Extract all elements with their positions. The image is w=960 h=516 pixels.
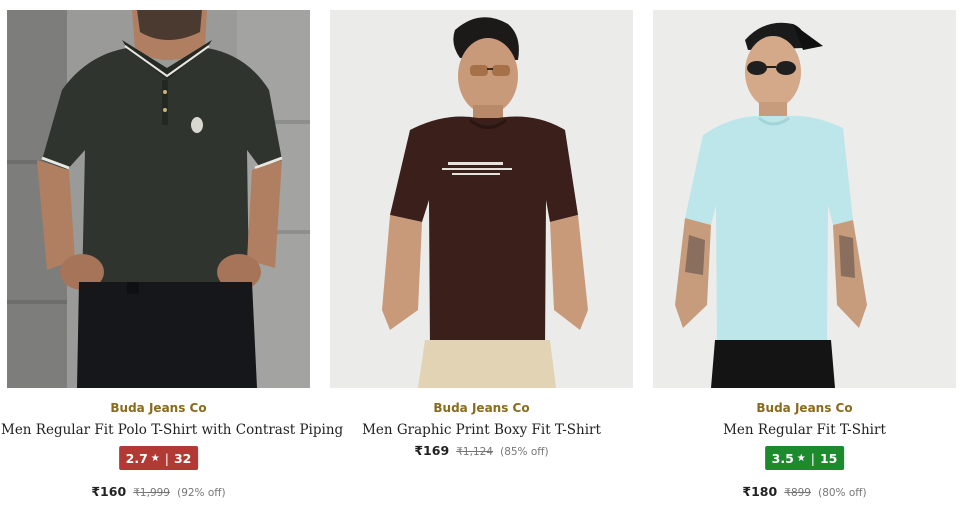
product-image[interactable]	[7, 10, 310, 388]
brand-name[interactable]: Buda Jeans Co	[7, 401, 310, 415]
star-icon: ★	[796, 452, 806, 464]
price-row: ₹169 ₹1,124 (85% off)	[330, 440, 633, 459]
rating-badge[interactable]: 3.5 ★ | 15	[764, 446, 845, 470]
product-grid: Buda Jeans Co Men Regular Fit Polo T-Shi…	[0, 0, 960, 516]
rating-separator: |	[810, 450, 815, 466]
rating-count: 15	[819, 450, 838, 466]
price-row: ₹180 ₹899 (80% off)	[653, 481, 956, 500]
brand-name[interactable]: Buda Jeans Co	[330, 401, 633, 415]
discount-label: (92% off)	[177, 487, 226, 499]
product-card[interactable]: Buda Jeans Co Men Regular Fit T-Shirt 3.…	[653, 10, 956, 510]
brand-name[interactable]: Buda Jeans Co	[653, 401, 956, 415]
product-card[interactable]: Buda Jeans Co Men Graphic Print Boxy Fit…	[330, 10, 633, 510]
selling-price: ₹180	[742, 484, 778, 499]
original-price: ₹1,999	[133, 487, 170, 499]
product-image[interactable]	[653, 10, 956, 388]
selling-price: ₹169	[414, 443, 450, 458]
rating-badge[interactable]: 2.7 ★ | 32	[118, 446, 199, 470]
product-title[interactable]: Men Regular Fit Polo T-Shirt with Contra…	[1, 422, 343, 438]
original-price: ₹899	[784, 487, 811, 499]
rating-count: 32	[173, 450, 192, 466]
rating-value: 2.7	[125, 450, 148, 466]
product-image[interactable]	[330, 10, 633, 388]
selling-price: ₹160	[91, 484, 127, 499]
discount-label: (85% off)	[500, 446, 549, 458]
discount-label: (80% off)	[818, 487, 867, 499]
product-title[interactable]: Men Graphic Print Boxy Fit T-Shirt	[324, 422, 639, 438]
price-row: ₹160 ₹1,999 (92% off)	[7, 481, 310, 500]
original-price: ₹1,124	[456, 446, 493, 458]
rating-value: 3.5	[771, 450, 794, 466]
star-icon: ★	[150, 452, 160, 464]
rating-separator: |	[164, 450, 169, 466]
product-title[interactable]: Men Regular Fit T-Shirt	[647, 422, 960, 438]
product-card[interactable]: Buda Jeans Co Men Regular Fit Polo T-Shi…	[1, 10, 343, 510]
